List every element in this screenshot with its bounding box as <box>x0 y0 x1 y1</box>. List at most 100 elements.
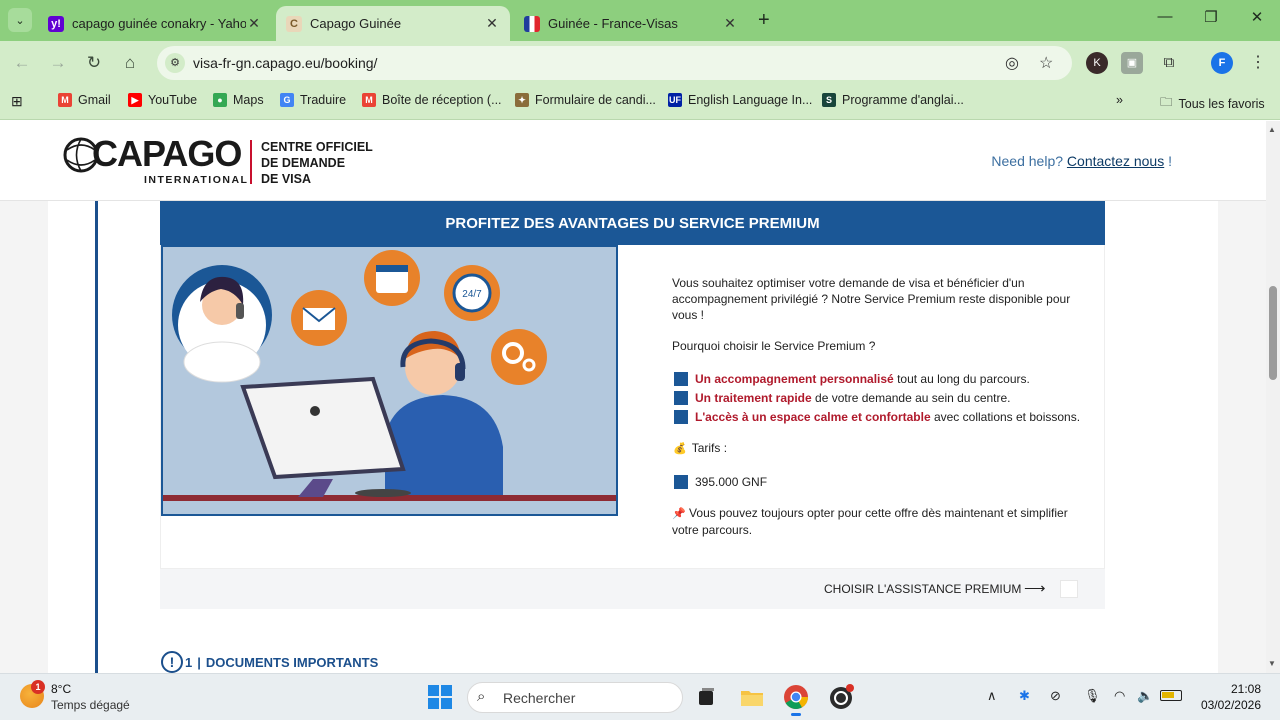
clock-date[interactable]: 03/02/2026 <box>1201 698 1261 712</box>
support-illustration: 24/7 <box>161 245 618 516</box>
price-row: 395.000 GNF <box>674 475 767 489</box>
capago-logo[interactable]: CAPAGO <box>92 133 242 175</box>
weather-temperature[interactable]: 8°C <box>51 682 71 696</box>
benefit-item: L'accès à un espace calme et confortable… <box>674 410 1080 424</box>
france-flag-icon <box>524 15 540 32</box>
extension-icon[interactable]: ▣ <box>1121 52 1143 74</box>
bookmarks-bar: ⊞ M Gmail ▶ YouTube ● Maps G Traduire M Boîte… <box>0 85 1280 120</box>
translate-icon: G <box>280 93 294 107</box>
new-tab-button[interactable]: + <box>758 9 770 32</box>
logo-line-1: CENTRE OFFICIEL <box>261 140 373 154</box>
capago-logo-subtitle: INTERNATIONAL <box>144 174 249 186</box>
battery-icon[interactable] <box>1160 690 1182 701</box>
apps-grid-icon[interactable]: ⊞ <box>11 93 23 110</box>
close-window-icon[interactable]: ✕ <box>1242 8 1272 26</box>
uf-icon: UF <box>668 93 682 107</box>
star-bookmark-icon[interactable]: ☆ <box>1039 53 1053 73</box>
volume-icon[interactable]: 🔈 <box>1137 688 1153 704</box>
scroll-up-icon[interactable]: ▲ <box>1268 125 1276 134</box>
microphone-icon[interactable]: 🎙 <box>1084 688 1101 704</box>
weather-description[interactable]: Temps dégagé <box>51 698 130 712</box>
bookmark-youtube[interactable]: ▶ YouTube <box>128 93 197 107</box>
reload-icon[interactable]: ↻ <box>83 52 105 74</box>
emblem-icon: ✦ <box>515 93 529 107</box>
tab-capago-guinee[interactable]: C Capago Guinée ✕ <box>276 6 510 41</box>
premium-intro: Vous souhaitez optimiser votre demande d… <box>672 276 1071 322</box>
logo-line-2: DE DEMANDE <box>261 156 346 170</box>
help-text: Need help? Contactez nous ! <box>991 153 1172 169</box>
scroll-down-icon[interactable]: ▼ <box>1268 659 1276 668</box>
restore-icon[interactable]: ❐ <box>1196 8 1226 26</box>
bluetooth-icon[interactable]: ✱ <box>1019 688 1030 704</box>
contact-link[interactable]: Contactez nous <box>1067 153 1164 169</box>
money-bag-icon: 💰 <box>673 442 687 455</box>
chrome-icon[interactable] <box>783 684 809 716</box>
folder-icon: 🗀 <box>1160 95 1173 109</box>
tab-yahoo-search[interactable]: y! capago guinée conakry - Yahoo ✕ <box>38 6 272 41</box>
tab-search-button[interactable]: ⌄ <box>8 8 32 32</box>
bookmark-inbox[interactable]: M Boîte de réception (... <box>362 93 502 107</box>
bookmark-gmail[interactable]: M Gmail <box>58 93 111 107</box>
msu-icon: S <box>822 93 836 107</box>
address-bar[interactable]: ⚙ visa-fr-gn.capago.eu/booking/ ◎ ☆ <box>157 46 1072 80</box>
close-tab-icon[interactable]: ✕ <box>246 15 262 32</box>
bookmark-programme-anglais[interactable]: S Programme d'anglai... <box>822 93 964 107</box>
puzzle-extensions-icon[interactable]: ⧉ <box>1158 52 1180 74</box>
all-bookmarks[interactable]: 🗀 Tous les favoris <box>1160 93 1265 114</box>
windows-start-icon[interactable] <box>427 684 453 710</box>
arrow-right-icon[interactable]: ⟶ <box>1024 579 1046 597</box>
site-header: CAPAGO INTERNATIONAL CENTRE OFFICIEL DE … <box>0 121 1266 201</box>
active-app-indicator <box>791 713 801 716</box>
search-icon: ⌕ <box>477 688 486 705</box>
bookmark-maps[interactable]: ● Maps <box>213 93 264 107</box>
taskbar-search[interactable]: ⌕ Rechercher <box>467 682 683 713</box>
extension-k-icon[interactable]: K <box>1086 52 1108 74</box>
gmail-icon: M <box>58 93 72 107</box>
premium-checkbox[interactable] <box>1060 580 1078 598</box>
youtube-icon: ▶ <box>128 93 142 107</box>
task-view-icon[interactable] <box>693 684 719 710</box>
bookmark-traduire[interactable]: G Traduire <box>280 93 346 107</box>
bookmark-formulaire[interactable]: ✦ Formulaire de candi... <box>515 93 656 107</box>
logo-line-3: DE VISA <box>261 172 312 186</box>
maps-icon: ● <box>213 93 227 107</box>
premium-note: 📌 Vous pouvez toujours opter pour cette … <box>672 506 1068 537</box>
bullet-square-icon <box>674 410 688 424</box>
wifi-icon[interactable]: ◠ <box>1114 688 1125 704</box>
scrollbar-thumb[interactable] <box>1269 286 1277 380</box>
profile-avatar[interactable]: F <box>1211 52 1233 74</box>
eye-off-icon[interactable]: ◎ <box>1005 53 1019 73</box>
obs-record-icon[interactable] <box>828 684 854 710</box>
url-text[interactable]: visa-fr-gn.capago.eu/booking/ <box>193 55 377 71</box>
browser-tab-strip: ⌄ y! capago guinée conakry - Yahoo ✕ C C… <box>0 0 1280 41</box>
forward-arrow-icon[interactable]: → <box>47 52 69 74</box>
gmail-icon: M <box>362 93 376 107</box>
weather-badge: 1 <box>31 680 45 694</box>
more-menu-icon[interactable]: ⋮ <box>1247 52 1269 74</box>
tab-france-visas[interactable]: Guinée - France-Visas ✕ <box>514 6 748 41</box>
more-bookmarks-chevron-icon[interactable]: » <box>1116 93 1123 107</box>
back-arrow-icon[interactable]: ← <box>11 52 33 74</box>
site-info-icon[interactable]: ⚙ <box>165 53 185 73</box>
clock-time[interactable]: 21:08 <box>1231 682 1261 696</box>
show-hidden-icons-chevron-icon[interactable]: ∧ <box>987 688 997 704</box>
capago-icon: C <box>286 15 302 32</box>
file-explorer-icon[interactable] <box>739 684 765 710</box>
premium-cta-bar: CHOISIR L'ASSISTANCE PREMIUM ⟶ <box>160 568 1105 609</box>
tarifs-label-row: 💰 Tarifs : <box>673 441 728 455</box>
minimize-icon[interactable]: — <box>1150 8 1180 25</box>
page-scrollbar[interactable]: ▲ ▼ <box>1266 121 1280 673</box>
benefit-item: Un traitement rapide de votre demande au… <box>674 391 1011 405</box>
close-tab-icon[interactable]: ✕ <box>484 15 500 32</box>
close-tab-icon[interactable]: ✕ <box>722 15 738 32</box>
bookmark-english-language[interactable]: UF English Language In... <box>668 93 812 107</box>
windows-taskbar: 1 8°C Temps dégagé ⌕ Rechercher ∧ ✱ ⊘ 🎙 … <box>0 673 1280 720</box>
camera-off-icon[interactable]: ⊘ <box>1050 688 1061 704</box>
home-icon[interactable]: ⌂ <box>119 52 141 74</box>
yahoo-icon: y! <box>48 15 64 32</box>
documents-section-title[interactable]: ! 1 | DOCUMENTS IMPORTANTS <box>161 651 378 673</box>
bullet-square-icon <box>674 391 688 405</box>
choose-premium-button[interactable]: CHOISIR L'ASSISTANCE PREMIUM <box>824 582 1021 596</box>
logo-divider <box>250 140 252 184</box>
benefit-item: Un accompagnement personnalisé tout au l… <box>674 372 1030 386</box>
